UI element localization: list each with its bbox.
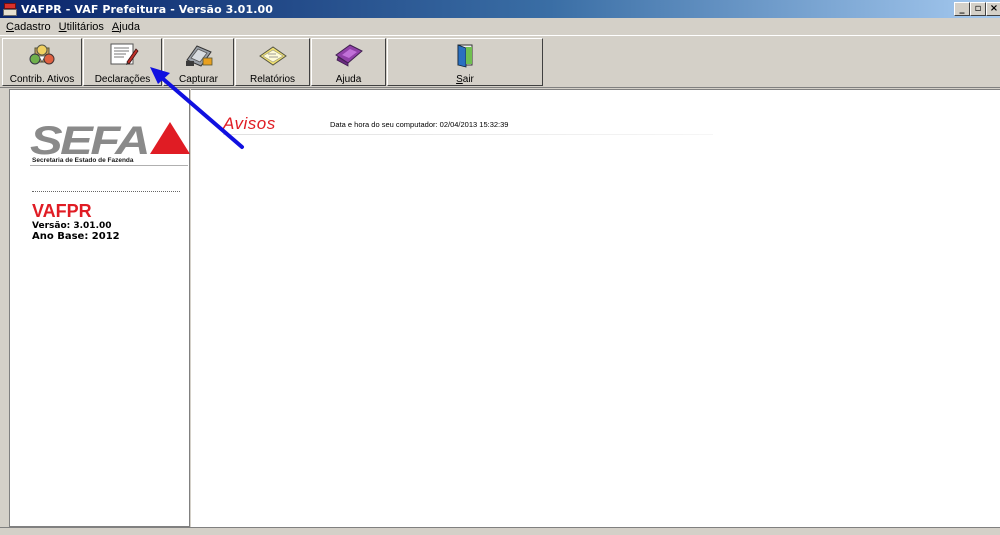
dotted-divider — [32, 191, 180, 192]
toolbar: Contrib. Ativos Declarações Capturar Rel… — [0, 35, 1000, 88]
avisos-divider — [223, 134, 713, 135]
main-panel: Avisos Data e hora do seu computador: 02… — [191, 89, 1000, 527]
window-title: VAFPR - VAF Prefeitura - Versão 3.01.00 — [21, 2, 273, 16]
menu-ajuda[interactable]: Ajuda — [108, 21, 144, 33]
close-button[interactable]: × — [986, 2, 1000, 16]
app-name: VAFPR — [32, 201, 92, 221]
window-controls: _ ▫ × — [954, 2, 1000, 16]
app-icon[interactable] — [3, 2, 17, 16]
ajuda-button[interactable]: Ajuda — [311, 38, 386, 86]
maximize-button[interactable]: ▫ — [970, 2, 986, 16]
version-label: Versão: 3.01.00 — [32, 221, 112, 231]
sefa-logo-text: SEFA — [30, 120, 148, 160]
menu-utilitarios[interactable]: Utilitários — [55, 21, 108, 33]
menu-cadastro[interactable]: Cadastro — [2, 21, 55, 33]
capture-icon — [183, 42, 215, 68]
sidebar-panel: SEFA Secretaria de Estado de Fazenda VAF… — [9, 89, 190, 527]
datetime-label: Data e hora do seu computador: 02/04/201… — [330, 120, 509, 129]
sair-button[interactable]: Sair — [387, 38, 543, 86]
declaracoes-button[interactable]: Declarações — [83, 38, 162, 86]
declarations-icon — [107, 42, 139, 68]
base-year-label: Ano Base: 2012 — [32, 231, 120, 242]
minimize-button[interactable]: _ — [954, 2, 970, 16]
sefa-subtitle: Secretaria de Estado de Fazenda — [32, 157, 134, 164]
logo-divider — [30, 165, 188, 166]
help-icon — [333, 42, 365, 68]
relatorios-button[interactable]: Relatórios — [235, 38, 310, 86]
capturar-button[interactable]: Capturar — [163, 38, 234, 86]
title-bar[interactable]: VAFPR - VAF Prefeitura - Versão 3.01.00 … — [0, 0, 1000, 18]
status-bar — [0, 527, 1000, 535]
menu-bar: Cadastro Utilitários Ajuda — [0, 18, 1000, 35]
sefa-logo: SEFA — [30, 120, 190, 160]
contributors-icon — [26, 42, 58, 68]
exit-door-icon — [449, 42, 481, 68]
avisos-heading: Avisos — [223, 114, 276, 133]
contrib-ativos-button[interactable]: Contrib. Ativos — [2, 38, 82, 86]
app-window: VAFPR - VAF Prefeitura - Versão 3.01.00 … — [0, 0, 1000, 535]
reports-icon — [257, 42, 289, 68]
